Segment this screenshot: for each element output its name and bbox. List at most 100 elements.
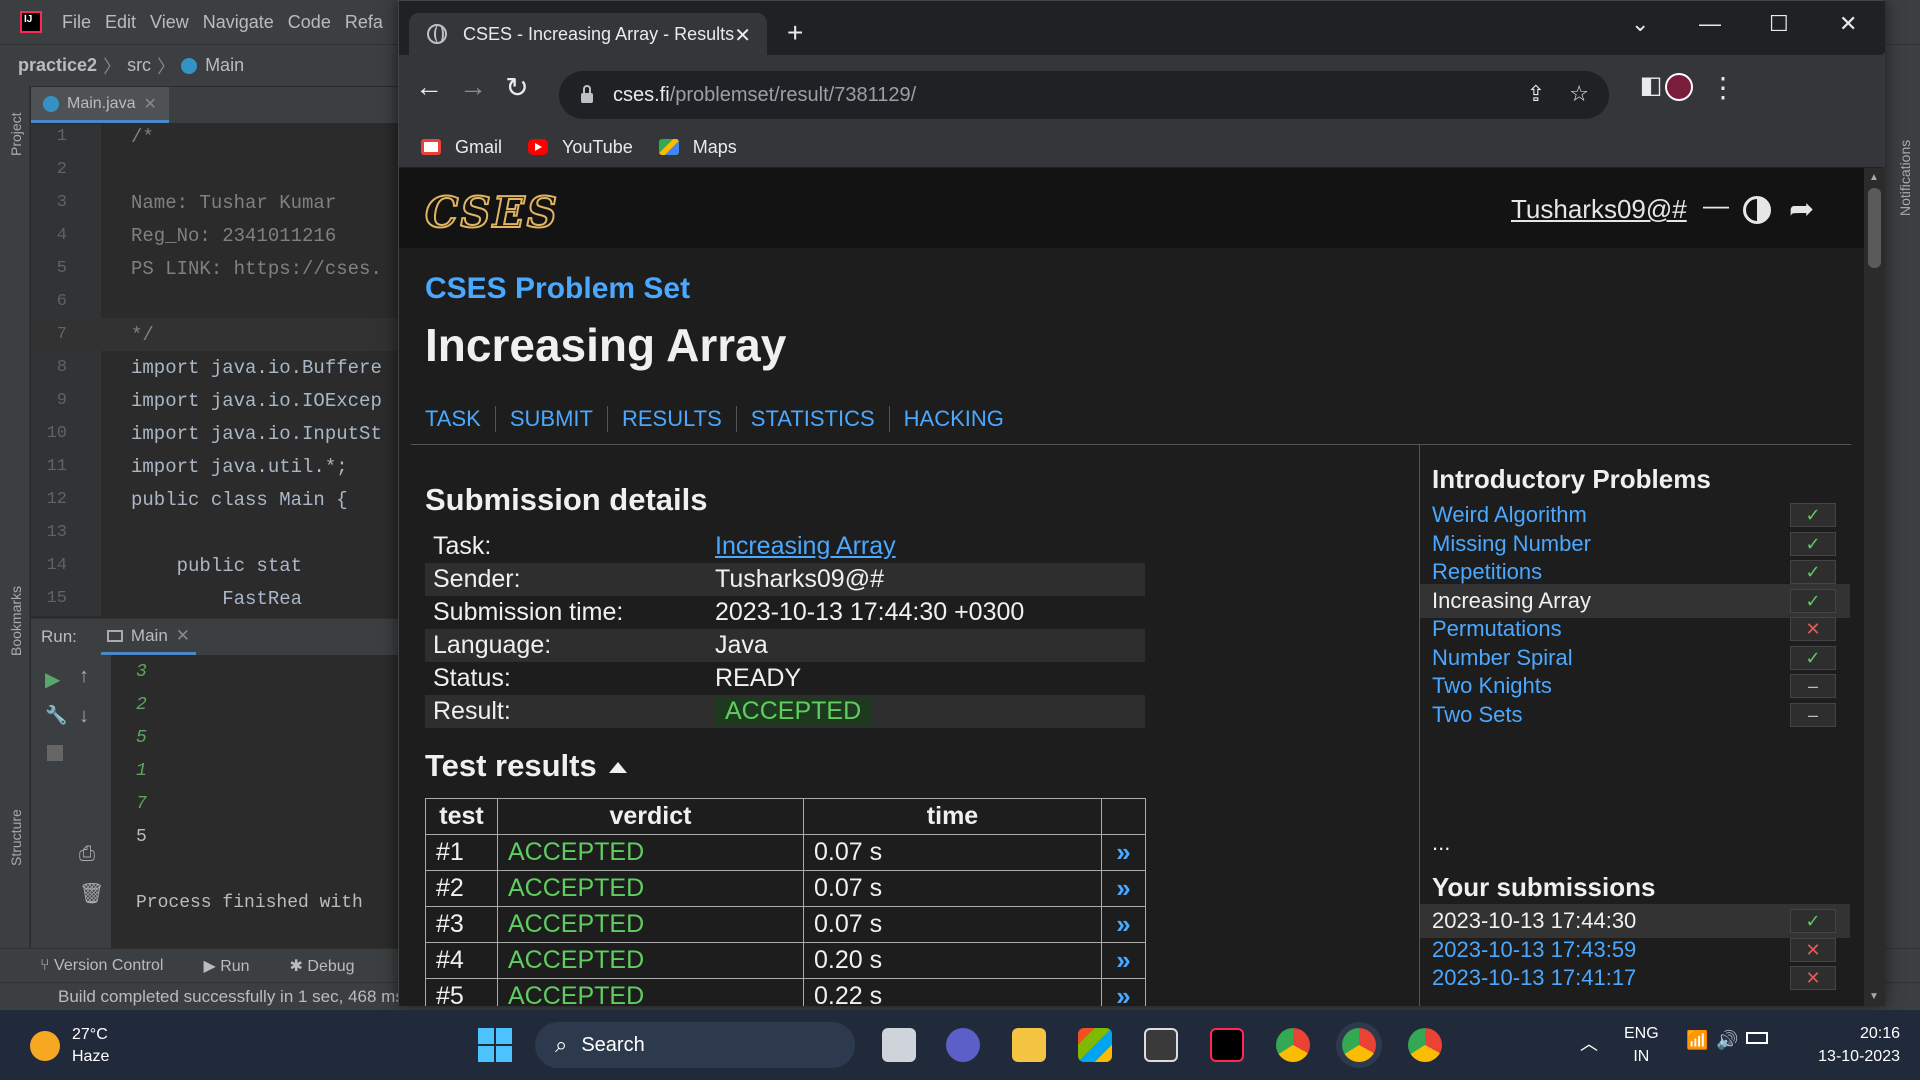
- chrome-profile2-taskbar-icon[interactable]: [1408, 1028, 1442, 1062]
- tray-overflow-icon[interactable]: ︿: [1580, 1030, 1598, 1056]
- tab-hacking[interactable]: HACKING: [904, 406, 1018, 432]
- scroll-down-icon[interactable]: ▼: [1869, 991, 1879, 1002]
- problem-link[interactable]: Missing Number: [1432, 531, 1591, 557]
- view-test-icon[interactable]: »: [1101, 978, 1146, 1006]
- breadcrumb-folder[interactable]: src: [127, 55, 151, 76]
- bookmarks-tool-button[interactable]: Bookmarks: [8, 586, 24, 656]
- address-bar[interactable]: cses.fi/problemset/result/7381129/ ⇪ ☆: [559, 71, 1609, 119]
- reload-icon[interactable]: ↻: [499, 71, 535, 104]
- stop-icon[interactable]: [47, 745, 63, 761]
- menu-navigate[interactable]: Navigate: [203, 12, 274, 33]
- chrome-profile-taskbar-icon[interactable]: [1342, 1028, 1376, 1062]
- intellij-logo-icon[interactable]: IJ: [20, 11, 42, 33]
- bookmark-gmail[interactable]: Gmail: [421, 137, 502, 158]
- submission-link[interactable]: 2023-10-13 17:41:17: [1432, 965, 1636, 991]
- close-icon[interactable]: ✕: [143, 94, 156, 114]
- maximize-icon[interactable]: ☐: [1769, 11, 1789, 37]
- user-account-link[interactable]: Tusharks09@#: [1511, 194, 1687, 225]
- sidebar-problem-item[interactable]: Two Sets –: [1420, 698, 1850, 732]
- wifi-icon[interactable]: 📶: [1686, 1030, 1708, 1051]
- problem-link[interactable]: Two Knights: [1432, 673, 1552, 699]
- editor-tab-main[interactable]: Main.java ✕: [31, 87, 169, 123]
- run-tab-main[interactable]: Main ✕: [100, 619, 197, 655]
- breadcrumb-project[interactable]: practice2: [18, 55, 97, 76]
- side-panel-icon[interactable]: ◧: [1633, 71, 1669, 100]
- tab-task[interactable]: TASK: [425, 406, 496, 432]
- submission-link[interactable]: 2023-10-13 17:43:59: [1432, 937, 1636, 963]
- debug-tool-tab[interactable]: ✱ Debug: [290, 956, 355, 976]
- teams-chat-icon[interactable]: [946, 1028, 980, 1062]
- tab-search-icon[interactable]: ⌄: [1631, 11, 1649, 37]
- theme-toggle-icon[interactable]: [1743, 196, 1771, 224]
- close-tab-icon[interactable]: ✕: [734, 23, 751, 48]
- test-results-heading[interactable]: Test results: [425, 748, 627, 784]
- version-control-tab[interactable]: ⑂ Version Control: [40, 957, 163, 975]
- menu-refactor[interactable]: Refa: [345, 12, 383, 33]
- new-tab-button[interactable]: +: [787, 19, 803, 47]
- menu-code[interactable]: Code: [288, 12, 331, 33]
- problem-link[interactable]: Number Spiral: [1432, 645, 1573, 671]
- problem-link[interactable]: Repetitions: [1432, 559, 1542, 585]
- problem-link[interactable]: Permutations: [1432, 616, 1562, 642]
- tab-statistics[interactable]: STATISTICS: [751, 406, 890, 432]
- view-test-icon[interactable]: »: [1101, 906, 1146, 943]
- menu-edit[interactable]: Edit: [105, 12, 136, 33]
- breadcrumb-file[interactable]: Main: [205, 55, 244, 76]
- code-editor[interactable]: 1 /* 2 3 Name: Tushar Kumar 4 Reg_No: 23410112…: [31, 124, 411, 616]
- bookmark-star-icon[interactable]: ☆: [1569, 81, 1589, 106]
- taskbar-search[interactable]: ⌕ Search: [535, 1022, 855, 1068]
- notifications-tool-button[interactable]: Notifications: [1897, 140, 1913, 216]
- lock-icon[interactable]: [581, 85, 593, 103]
- intellij-taskbar-icon[interactable]: [1210, 1028, 1244, 1062]
- tab-results[interactable]: RESULTS: [622, 406, 737, 432]
- view-test-icon[interactable]: »: [1101, 870, 1146, 907]
- project-tool-button[interactable]: Project: [8, 112, 24, 156]
- problem-link[interactable]: Two Sets: [1432, 702, 1522, 728]
- file-explorer-icon[interactable]: [1012, 1028, 1046, 1062]
- minimize-icon[interactable]: —: [1699, 11, 1721, 37]
- chrome-taskbar-icon[interactable]: [1276, 1028, 1310, 1062]
- view-test-icon[interactable]: »: [1101, 834, 1146, 871]
- page-scrollbar[interactable]: ▲ ▼: [1864, 168, 1885, 1006]
- problem-set-link[interactable]: CSES Problem Set: [425, 272, 690, 306]
- caret-up-icon[interactable]: [608, 762, 627, 774]
- task-view-icon[interactable]: [882, 1028, 916, 1062]
- print-icon[interactable]: ⎙: [79, 843, 95, 866]
- structure-tool-button[interactable]: Structure: [8, 809, 24, 866]
- trash-icon[interactable]: 🗑: [79, 881, 104, 906]
- wrench-icon[interactable]: 🔧: [45, 705, 67, 726]
- close-icon[interactable]: ✕: [176, 626, 190, 646]
- chrome-menu-icon[interactable]: ⋮: [1705, 71, 1741, 104]
- submission-item[interactable]: 2023-10-13 17:41:17 ✕: [1420, 961, 1850, 995]
- browser-tab-active[interactable]: CSES - Increasing Array - Results ✕: [409, 13, 767, 55]
- forward-icon[interactable]: →: [455, 71, 491, 103]
- tab-submit[interactable]: SUBMIT: [510, 406, 608, 432]
- bookmark-youtube[interactable]: YouTube: [528, 137, 633, 158]
- windows-start-icon[interactable]: [478, 1028, 512, 1062]
- unity-hub-icon[interactable]: [1144, 1028, 1178, 1062]
- task-link[interactable]: Increasing Array: [715, 532, 896, 560]
- volume-icon[interactable]: 🔊: [1716, 1030, 1738, 1051]
- share-icon[interactable]: ⇪: [1527, 81, 1545, 106]
- close-window-icon[interactable]: ✕: [1839, 11, 1857, 37]
- menu-file[interactable]: File: [62, 12, 91, 33]
- menu-view[interactable]: View: [150, 12, 189, 33]
- scroll-thumb[interactable]: [1868, 188, 1881, 268]
- scroll-up-icon[interactable]: ▲: [1869, 172, 1879, 183]
- arrow-up-icon[interactable]: ↑: [79, 665, 89, 688]
- run-tool-tab[interactable]: ▶ Run: [203, 956, 249, 976]
- view-test-icon[interactable]: »: [1101, 942, 1146, 979]
- problem-link[interactable]: Weird Algorithm: [1432, 502, 1587, 528]
- microsoft-store-icon[interactable]: [1078, 1028, 1112, 1062]
- rerun-icon[interactable]: ▶: [45, 667, 60, 692]
- back-icon[interactable]: ←: [411, 71, 447, 103]
- cses-logo[interactable]: CSES: [424, 187, 559, 238]
- language-indicator[interactable]: ENG IN: [1624, 1022, 1659, 1068]
- weather-widget[interactable]: 27°C Haze: [30, 1024, 109, 1068]
- profile-avatar[interactable]: [1665, 73, 1693, 101]
- arrow-down-icon[interactable]: ↓: [79, 705, 89, 728]
- bookmark-maps[interactable]: Maps: [658, 137, 737, 158]
- battery-icon[interactable]: [1746, 1032, 1768, 1044]
- logout-icon[interactable]: ➦: [1789, 192, 1814, 227]
- taskbar-clock[interactable]: 20:16 13-10-2023: [1800, 1022, 1900, 1068]
